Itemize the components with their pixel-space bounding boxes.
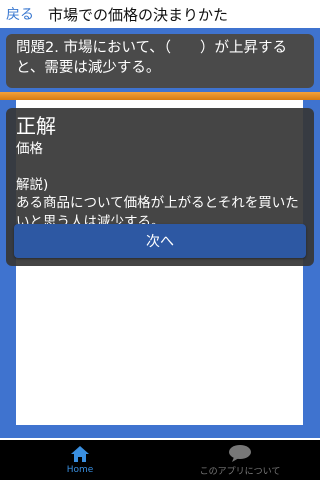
page-title: 市場での価格の決まりかた bbox=[48, 6, 229, 24]
home-icon bbox=[71, 446, 89, 462]
bottom-tab-bar: Home このアプリについて bbox=[0, 440, 320, 480]
next-button[interactable]: 次へ bbox=[14, 224, 306, 258]
next-button-label: 次へ bbox=[146, 234, 174, 250]
divider-bar bbox=[0, 92, 320, 100]
answer-value: 価格 bbox=[16, 141, 43, 157]
tab-home[interactable]: Home bbox=[0, 440, 160, 480]
tab-about-label: このアプリについて bbox=[199, 466, 281, 477]
tab-home-label: Home bbox=[66, 465, 94, 475]
question-box: 問題2. 市場において、（ ）が上昇すると、需要は減少する。 bbox=[6, 34, 314, 88]
chat-bubble-icon bbox=[229, 444, 251, 462]
question-text: 問題2. 市場において、（ ）が上昇すると、需要は減少する。 bbox=[16, 40, 288, 76]
explanation-label: 解説) bbox=[16, 177, 49, 193]
tab-about-app[interactable]: このアプリについて bbox=[160, 440, 320, 480]
answer-heading: 正解 bbox=[16, 114, 56, 138]
back-button[interactable]: 戻る bbox=[6, 4, 34, 24]
top-header: 戻る 市場での価格の決まりかた bbox=[0, 0, 320, 29]
